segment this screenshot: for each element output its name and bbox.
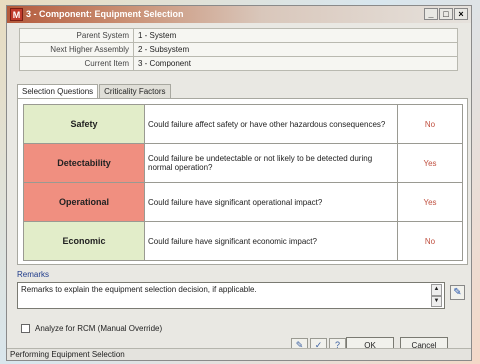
- answer-operational[interactable]: Yes: [397, 182, 463, 222]
- scroll-up-icon[interactable]: ▲: [431, 284, 442, 296]
- close-button[interactable]: ×: [454, 8, 468, 20]
- question-row-safety: Safety Could failure affect safety or ha…: [23, 104, 463, 144]
- question-row-detectability: Detectability Could failure be undetecta…: [23, 143, 463, 183]
- parent-system-row: Parent System 1 - System: [19, 28, 458, 43]
- status-bar: Performing Equipment Selection: [7, 348, 471, 360]
- tab-criticality-factors[interactable]: Criticality Factors: [99, 84, 171, 98]
- remarks-field[interactable]: Remarks to explain the equipment selecti…: [17, 282, 445, 309]
- answer-safety[interactable]: No: [397, 104, 463, 144]
- tab-selection-questions[interactable]: Selection Questions: [17, 84, 99, 99]
- question-operational: Could failure have significant operation…: [144, 182, 398, 222]
- category-detectability: Detectability: [23, 143, 145, 183]
- override-label: Analyze for RCM (Manual Override): [35, 324, 163, 333]
- override-checkbox[interactable]: [21, 324, 30, 333]
- remarks-scrollbar[interactable]: ▲ ▼: [431, 284, 442, 307]
- next-higher-assembly-row: Next Higher Assembly 2 - Subsystem: [19, 42, 458, 57]
- maximize-button[interactable]: □: [439, 8, 453, 20]
- override-checkbox-row[interactable]: Analyze for RCM (Manual Override): [21, 324, 162, 333]
- next-higher-assembly-value: 2 - Subsystem: [133, 42, 458, 57]
- category-economic: Economic: [23, 221, 145, 261]
- question-safety: Could failure affect safety or have othe…: [144, 104, 398, 144]
- title-bar[interactable]: M 3 - Component: Equipment Selection _ □…: [7, 6, 471, 23]
- current-item-label: Current Item: [19, 56, 134, 71]
- app-icon: M: [10, 8, 23, 21]
- answer-economic[interactable]: No: [397, 221, 463, 261]
- answer-detectability[interactable]: Yes: [397, 143, 463, 183]
- remarks-edit-button[interactable]: ✎: [450, 285, 465, 300]
- question-row-economic: Economic Could failure have significant …: [23, 221, 463, 261]
- selection-questions-grid: Safety Could failure affect safety or ha…: [23, 104, 463, 261]
- question-economic: Could failure have significant economic …: [144, 221, 398, 261]
- parent-system-value: 1 - System: [133, 28, 458, 43]
- tab-strip: Selection Questions Criticality Factors: [17, 84, 172, 99]
- category-operational: Operational: [23, 182, 145, 222]
- current-item-value: 3 - Component: [133, 56, 458, 71]
- selection-questions-panel: Safety Could failure affect safety or ha…: [17, 98, 468, 265]
- next-higher-assembly-label: Next Higher Assembly: [19, 42, 134, 57]
- window-title: 3 - Component: Equipment Selection: [26, 9, 184, 19]
- current-item-row: Current Item 3 - Component: [19, 56, 458, 71]
- question-row-operational: Operational Could failure have significa…: [23, 182, 463, 222]
- pencil-icon: ✎: [453, 287, 462, 298]
- category-safety: Safety: [23, 104, 145, 144]
- scroll-down-icon[interactable]: ▼: [431, 295, 442, 307]
- minimize-button[interactable]: _: [424, 8, 438, 20]
- equipment-selection-window: M 3 - Component: Equipment Selection _ □…: [6, 5, 472, 361]
- question-detectability: Could failure be undetectable or not lik…: [144, 143, 398, 183]
- remarks-label: Remarks: [17, 270, 50, 279]
- parent-system-label: Parent System: [19, 28, 134, 43]
- item-hierarchy-table: Parent System 1 - System Next Higher Ass…: [19, 28, 458, 71]
